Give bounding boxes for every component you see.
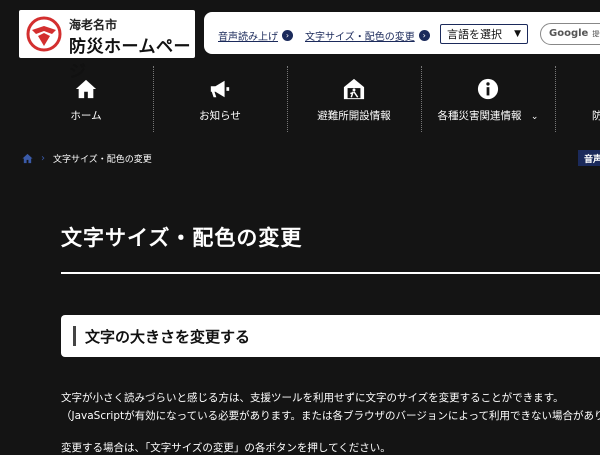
nav-item-home[interactable]: ホーム [20, 66, 152, 132]
info-icon [477, 78, 499, 100]
language-select-value: 言語を選択 [447, 28, 502, 41]
global-nav: ホーム お知らせ 避難所開設情報 各種災害関連情報 ⌄ 防 [0, 66, 600, 132]
title-divider [61, 272, 600, 274]
google-sub-label: 提供 [592, 30, 600, 38]
voice-reading-link[interactable]: 音声読み上げ › [218, 28, 293, 43]
body-paragraph: 変更する場合は、「文字サイズの変更」の各ボタンを押してください。 [61, 442, 391, 454]
language-select[interactable]: 言語を選択 ▼ [440, 24, 528, 44]
nav-item-label: 防 [592, 110, 600, 122]
home-icon[interactable] [22, 153, 33, 164]
nav-item-label: ホーム [70, 110, 102, 122]
google-label: Google [549, 28, 589, 39]
body-paragraph: （JavaScriptが有効になっている必要があります。または各ブラウザのバージ… [61, 410, 600, 422]
section-heading-bar [73, 326, 76, 346]
nav-item-disaster-info[interactable]: 各種災害関連情報 ⌄ [422, 66, 554, 132]
body-paragraph: 文字が小さく読みづらいと感じる方は、支援ツールを利用せずに文字のサイズを変更する… [61, 392, 564, 404]
google-translate-box[interactable]: Google提供 [540, 23, 600, 45]
nav-item-label: 避難所開設情報 [317, 110, 391, 122]
breadcrumb: › 文字サイズ・配色の変更 [22, 152, 152, 165]
text-size-color-link[interactable]: 文字サイズ・配色の変更 › [305, 28, 430, 43]
shelter-icon [343, 78, 365, 100]
utility-bar: 音声読み上げ › 文字サイズ・配色の変更 › 言語を選択 ▼ Google提供 [204, 12, 600, 54]
chevron-right-icon: › [418, 30, 430, 41]
voice-reading-label: 音声読み上げ [218, 32, 278, 43]
chevron-right-icon: › [41, 153, 45, 164]
nav-item-news[interactable]: お知らせ [154, 66, 286, 132]
megaphone-icon [210, 80, 230, 98]
nav-item-shelter[interactable]: 避難所開設情報 [288, 66, 420, 132]
chevron-down-icon: ▼ [514, 29, 521, 39]
home-icon [75, 79, 97, 99]
nav-item-label-wrap: 各種災害関連情報 ⌄ [422, 108, 554, 123]
breadcrumb-current: 文字サイズ・配色の変更 [53, 155, 152, 165]
page-title: 文字サイズ・配色の変更 [61, 226, 303, 250]
nav-item-prevention[interactable]: 防 [556, 66, 600, 132]
nav-item-label: お知らせ [199, 110, 241, 122]
site-logo[interactable]: 海老名市 防災ホームページ [19, 10, 195, 82]
text-size-color-label: 文字サイズ・配色の変更 [305, 32, 415, 43]
section-heading: 文字の大きさを変更する [61, 315, 600, 357]
nav-item-label: 各種災害関連情報 [437, 110, 522, 122]
logo-city-name: 海老名市 [69, 18, 118, 32]
voice-read-button[interactable]: 音声 [578, 150, 600, 166]
section-title: 文字の大きさを変更する [85, 328, 251, 346]
chevron-down-icon: ⌄ [530, 112, 539, 122]
city-emblem-icon [26, 16, 62, 52]
chevron-right-icon: › [282, 30, 293, 41]
